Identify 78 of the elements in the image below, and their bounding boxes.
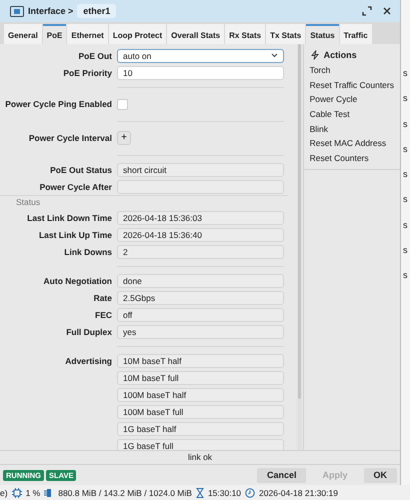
window-title: Interface > bbox=[28, 6, 74, 16]
taskbar-text: e) bbox=[0, 488, 8, 498]
field-label: PoE Out bbox=[77, 50, 113, 60]
uptime: 15:30:10 bbox=[208, 488, 242, 498]
dialog-button[interactable]: OK bbox=[364, 468, 397, 482]
field-label: Last Link Down Time bbox=[26, 212, 113, 222]
memory-usage: 880.8 MiB / 143.2 MiB / 1024.0 MiB bbox=[58, 488, 192, 498]
tab[interactable]: General bbox=[4, 24, 42, 44]
action-item[interactable]: Torch bbox=[304, 63, 400, 78]
clock-icon bbox=[245, 488, 256, 498]
background-text: s bbox=[403, 92, 408, 106]
interface-name: ether1 bbox=[77, 4, 116, 18]
dropdown-field[interactable]: auto on bbox=[117, 48, 284, 62]
field-label: Power Cycle Interval bbox=[28, 133, 113, 143]
readonly-field: 100M baseT full bbox=[117, 404, 284, 418]
field-label: Power Cycle Ping Enabled bbox=[4, 99, 113, 109]
hourglass-icon bbox=[196, 488, 204, 498]
section-heading: Status bbox=[0, 195, 288, 209]
background-text: s bbox=[403, 218, 408, 232]
readonly-field: 1G baseT full bbox=[117, 438, 284, 450]
readonly-field: done bbox=[117, 274, 284, 288]
field-label: Advertising bbox=[64, 356, 113, 366]
field-label: Link Downs bbox=[63, 246, 113, 256]
cpu-icon bbox=[12, 488, 22, 498]
field-label: Auto Negotiation bbox=[42, 276, 113, 286]
tab[interactable]: Tx Stats bbox=[266, 24, 306, 44]
background-text: s bbox=[403, 67, 408, 80]
background-text: s bbox=[403, 269, 408, 282]
action-item[interactable]: Blink bbox=[304, 122, 400, 136]
field-label: PoE Out Status bbox=[49, 164, 113, 174]
dialog-button[interactable]: Cancel bbox=[256, 468, 306, 482]
readonly-field: 2 bbox=[117, 244, 284, 258]
readonly-field: 1G baseT half bbox=[117, 422, 284, 436]
field-label: FEC bbox=[94, 310, 113, 320]
action-item[interactable]: Power Cycle bbox=[304, 92, 400, 108]
background-text: s bbox=[403, 142, 408, 156]
action-item[interactable]: Reset MAC Address bbox=[304, 136, 400, 152]
readonly-field: 10M baseT half bbox=[117, 354, 284, 368]
background-text: s bbox=[403, 244, 408, 258]
clock: 2026-04-18 21:30:19 bbox=[259, 488, 338, 498]
close-icon[interactable] bbox=[382, 6, 392, 16]
background-text: s bbox=[403, 118, 408, 131]
readonly-field: yes bbox=[117, 324, 284, 338]
lightning-icon bbox=[310, 50, 320, 60]
port-icon bbox=[10, 6, 24, 16]
expand-icon[interactable] bbox=[362, 6, 372, 16]
scrollbar-thumb[interactable] bbox=[298, 44, 301, 399]
panel-title: Actions bbox=[324, 50, 357, 60]
action-item[interactable]: Reset Traffic Counters bbox=[304, 78, 400, 92]
readonly-field: 2026-04-18 15:36:03 bbox=[117, 210, 284, 224]
tab[interactable]: Rx Stats bbox=[225, 24, 266, 44]
tab[interactable]: Overall Stats bbox=[167, 24, 224, 44]
background-text: s bbox=[403, 193, 408, 206]
readonly-field: off bbox=[117, 308, 284, 322]
field-label: Full Duplex bbox=[65, 326, 113, 336]
tab[interactable]: Ethernet bbox=[67, 24, 108, 44]
field-label: Rate bbox=[92, 292, 113, 302]
field-label: Last Link Up Time bbox=[38, 230, 113, 240]
cpu-load: 1 % bbox=[26, 488, 40, 498]
readonly-field: 2.5Gbps bbox=[117, 290, 284, 304]
readonly-field: 100M baseT half bbox=[117, 388, 284, 402]
add-button[interactable]: + bbox=[117, 131, 131, 145]
readonly-field: 2026-04-18 15:36:40 bbox=[117, 228, 284, 242]
field-label: PoE Priority bbox=[62, 68, 113, 78]
checkbox[interactable] bbox=[117, 98, 128, 110]
tab[interactable]: Status bbox=[306, 24, 339, 44]
tab[interactable]: Traffic bbox=[340, 24, 372, 44]
tab[interactable]: Loop Protect bbox=[108, 24, 166, 44]
field-label: Power Cycle After bbox=[38, 182, 113, 192]
status-text: link ok bbox=[0, 450, 400, 464]
action-item[interactable]: Reset Counters bbox=[304, 151, 400, 166]
readonly-field: short circuit bbox=[117, 162, 284, 176]
chevron-icon bbox=[271, 53, 278, 58]
action-item[interactable]: Cable Test bbox=[304, 107, 400, 122]
tab[interactable]: PoE bbox=[42, 24, 66, 44]
readonly-field: 10M baseT full bbox=[117, 370, 284, 384]
input-field[interactable]: 10 bbox=[117, 66, 284, 80]
background-text: s bbox=[403, 168, 408, 182]
